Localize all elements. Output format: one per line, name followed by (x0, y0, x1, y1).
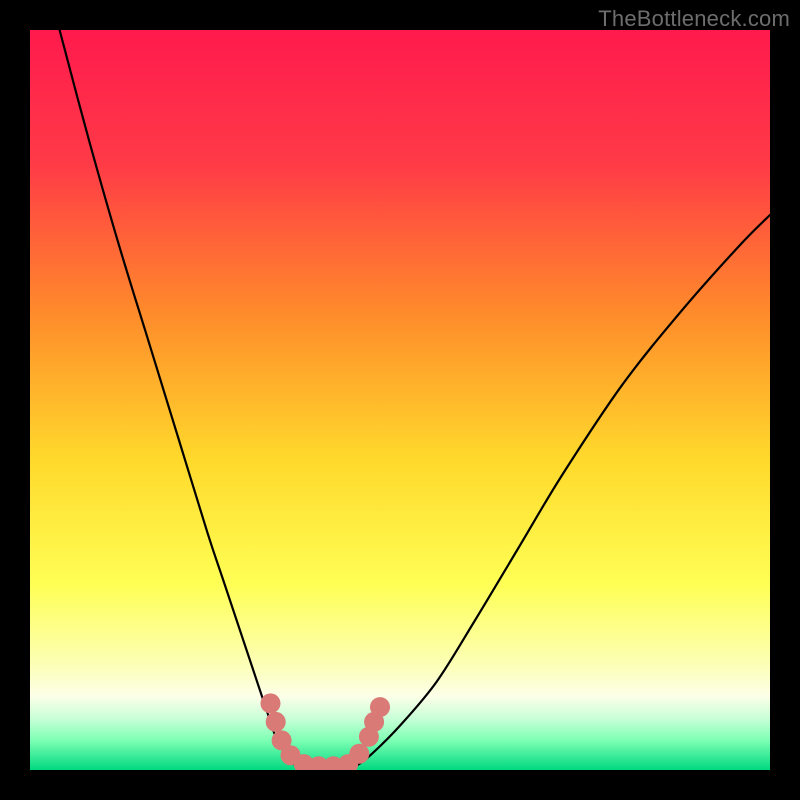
curve-marker (349, 744, 369, 764)
bottleneck-curve (30, 30, 770, 770)
curve-marker (266, 712, 286, 732)
plot-area (30, 30, 770, 770)
watermark-text: TheBottleneck.com (598, 6, 790, 32)
curve-marker (261, 693, 281, 713)
curve-marker (370, 697, 390, 717)
outer-frame: TheBottleneck.com (0, 0, 800, 800)
curve-markers (261, 693, 391, 770)
